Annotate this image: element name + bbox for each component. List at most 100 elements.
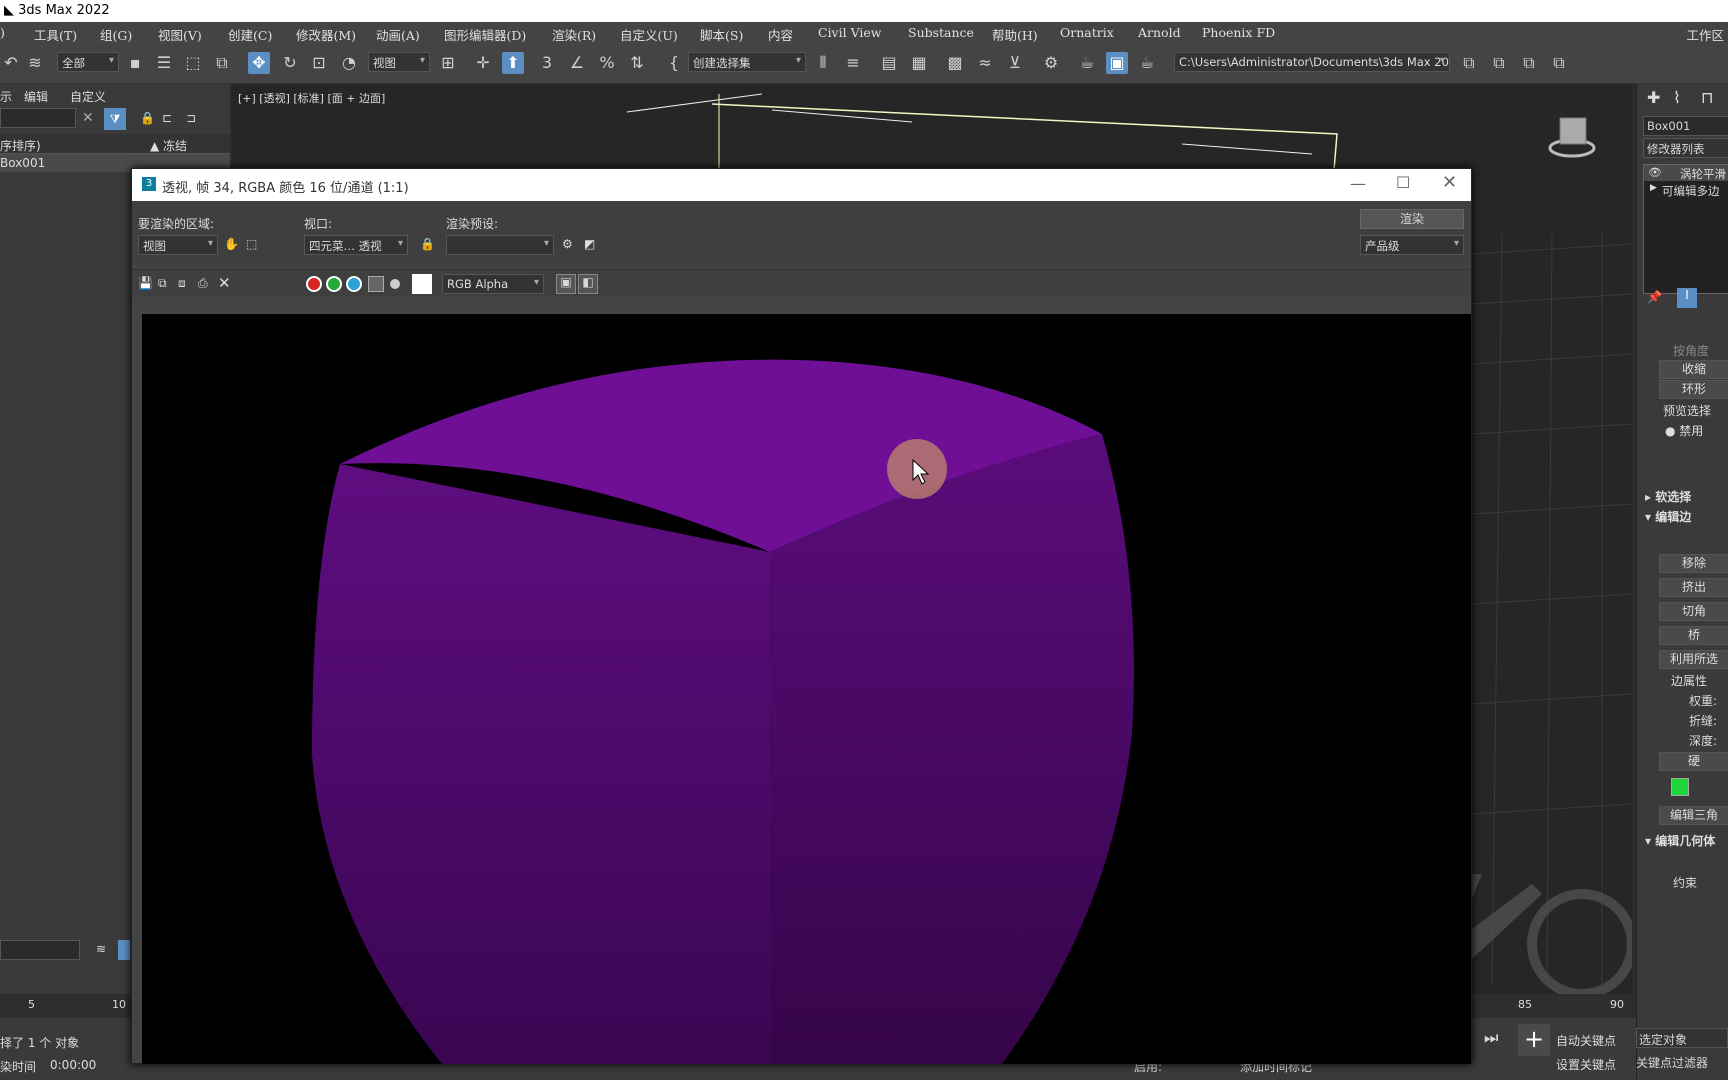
remove-edge-button[interactable]: 移除	[1659, 554, 1728, 573]
placement-icon[interactable]: ◔	[338, 52, 360, 74]
minimize-icon[interactable]: —	[1350, 174, 1366, 193]
spinner-snap-icon[interactable]: ⇅	[626, 52, 648, 74]
menu-item-6[interactable]: 图形编辑器(D)	[444, 25, 526, 44]
bind-icon[interactable]: ≋	[24, 52, 46, 74]
green-channel-icon[interactable]	[326, 276, 342, 292]
selection-filter-dropdown[interactable]: 全部	[57, 52, 119, 72]
edge-color-swatch[interactable]	[1671, 778, 1689, 796]
menu-item-5[interactable]: 动画(A)	[376, 25, 420, 44]
layer-manager-icon[interactable]: ≋	[96, 942, 106, 956]
menu-item-4[interactable]: 修改器(M)	[296, 25, 356, 44]
toolbar-extra-icon-2[interactable]: ⧉	[1488, 52, 1510, 74]
select-object-icon[interactable]: ▪	[124, 52, 146, 74]
material-editor-icon[interactable]: ⊻	[1004, 52, 1026, 74]
move-icon[interactable]: ✥	[248, 52, 270, 74]
window-crossing-icon[interactable]: ⧉	[211, 52, 233, 74]
toolbar-extra-icon-1[interactable]: ⧉	[1458, 52, 1480, 74]
goto-end-icon[interactable]: ⏭	[1484, 1028, 1498, 1048]
layer-dropdown[interactable]	[0, 940, 80, 960]
render-setup-icon-rw[interactable]: ⚙	[562, 237, 573, 251]
preset-dropdown[interactable]	[446, 235, 554, 255]
menu-item-15[interactable]: Arnold	[1138, 25, 1181, 40]
rotate-icon[interactable]: ↻	[279, 52, 301, 74]
chamfer-edge-button[interactable]: 切角	[1659, 602, 1728, 621]
modifier-list-dropdown[interactable]: 修改器列表	[1643, 138, 1728, 158]
menu-item-12[interactable]: Substance	[908, 25, 974, 40]
layer-explorer-icon[interactable]: ▤	[878, 52, 900, 74]
pivot-icon[interactable]: ⊞	[437, 52, 459, 74]
sort-column-header[interactable]: 序排序)	[0, 137, 41, 154]
hierarchy-tab-icon[interactable]: ⊓	[1701, 88, 1713, 107]
hierarchy-icon[interactable]: ⊏	[162, 111, 172, 125]
mirror-icon[interactable]: ⫴	[812, 52, 834, 74]
show-end-result-icon[interactable]: Ⅰ	[1677, 288, 1697, 308]
select-manipulate-icon[interactable]: ✛	[472, 52, 494, 74]
by-angle-checkbox[interactable]: 按角度	[1673, 342, 1709, 359]
angle-snap-icon[interactable]: ∠	[566, 52, 588, 74]
object-name-field[interactable]: Box001	[1643, 116, 1728, 136]
menu-item-16[interactable]: Phoenix FD	[1202, 25, 1275, 40]
display-toggle-icon[interactable]: ▣	[556, 274, 576, 294]
copy-image-icon[interactable]: ⧉	[158, 276, 167, 291]
clear-search-icon[interactable]: ✕	[82, 110, 94, 126]
maximize-icon[interactable]: ☐	[1396, 173, 1410, 192]
menu-item-7[interactable]: 渲染(R)	[552, 25, 596, 44]
create-tab-icon[interactable]: ✚	[1647, 88, 1660, 107]
background-swatch[interactable]	[412, 274, 432, 294]
toggle-ribbon-icon[interactable]: ▦	[908, 52, 930, 74]
env-effects-icon[interactable]: ◩	[584, 237, 595, 251]
menu-item-2[interactable]: 视图(V)	[158, 25, 202, 44]
render-frame-window-icon[interactable]: ▣	[1106, 52, 1128, 74]
stack-item-editable-poly[interactable]: ▶ 可编辑多边	[1644, 182, 1728, 198]
rect-select-icon[interactable]: ⬚	[182, 52, 204, 74]
eye-icon[interactable]: 👁	[1648, 166, 1662, 179]
ref-coord-dropdown[interactable]: 视图	[368, 52, 430, 72]
use-selected-button[interactable]: 利用所选	[1659, 650, 1728, 669]
extrude-edge-button[interactable]: 挤出	[1659, 578, 1728, 597]
menu-item-3[interactable]: 创建(C)	[228, 25, 272, 44]
render-frame-icon[interactable]: ☕	[1076, 52, 1098, 74]
stack-item-turbosmooth[interactable]: 👁 涡轮平滑	[1644, 165, 1728, 181]
align-icon[interactable]: ≡	[842, 52, 864, 74]
lock-icon[interactable]: 🔒	[140, 111, 155, 125]
soft-selection-rollout[interactable]: ▸ 软选择	[1645, 488, 1691, 505]
hard-button[interactable]: 硬	[1659, 752, 1728, 771]
red-channel-icon[interactable]	[306, 276, 322, 292]
project-path-dropdown[interactable]: C:\Users\Administrator\Documents\3ds Max…	[1174, 52, 1450, 72]
set-key-icon[interactable]: +	[1518, 1024, 1550, 1056]
lock-viewport-icon[interactable]: 🔒	[420, 237, 435, 251]
edit-edges-rollout[interactable]: ▾ 编辑边	[1645, 508, 1691, 525]
modify-tab-icon[interactable]: ⌇	[1673, 88, 1681, 107]
auto-key-button[interactable]: 自动关键点	[1556, 1032, 1616, 1049]
alpha-channel-icon[interactable]	[368, 276, 384, 292]
pin-stack-icon[interactable]: 📌	[1647, 290, 1662, 304]
render-frame-window[interactable]: 3 透视, 帧 34, RGBA 颜色 16 位/通道 (1:1) — ☐ ✕ …	[131, 168, 1472, 1064]
curve-editor-icon[interactable]: ▩	[944, 52, 966, 74]
menu-item-9[interactable]: 脚本(S)	[700, 25, 743, 44]
scene-tab-stub[interactable]: 示	[0, 88, 12, 105]
toolbar-extra-icon-3[interactable]: ⧉	[1518, 52, 1540, 74]
ring-button[interactable]: 环形	[1659, 380, 1728, 399]
viewcube-icon[interactable]	[1548, 110, 1596, 158]
render-setup-icon[interactable]: ⚙	[1040, 52, 1062, 74]
layers-icon[interactable]: ⊐	[186, 111, 196, 125]
edit-geometry-rollout[interactable]: ▾ 编辑几何体	[1645, 832, 1715, 849]
key-mode-dropdown[interactable]: 选定对象	[1636, 1028, 1728, 1048]
menu-item-1[interactable]: 组(G)	[100, 25, 132, 44]
frame-buffer-icon[interactable]: ◧	[578, 274, 598, 294]
filter-icon[interactable]: ⧩	[104, 108, 126, 130]
mono-icon[interactable]	[390, 279, 400, 289]
menu-item-14[interactable]: Ornatrix	[1060, 25, 1114, 40]
blue-channel-icon[interactable]	[346, 276, 362, 292]
render-production-icon[interactable]: ☕	[1136, 52, 1158, 74]
scale-icon[interactable]: ⊡	[308, 52, 330, 74]
print-icon[interactable]: ⎙	[198, 276, 208, 291]
render-window-title-bar[interactable]: 3 透视, 帧 34, RGBA 颜色 16 位/通道 (1:1) — ☐ ✕	[132, 169, 1471, 201]
keyboard-shortcut-icon[interactable]: ⬆	[502, 52, 524, 74]
menu-item-0[interactable]: 工具(T)	[34, 25, 77, 44]
menu-item-stub[interactable]: )	[0, 25, 5, 40]
expand-icon[interactable]: ▶	[1650, 183, 1657, 193]
area-dropdown[interactable]: 视图	[138, 235, 218, 255]
close-icon[interactable]: ✕	[1442, 172, 1457, 193]
toolbar-extra-icon-4[interactable]: ⧉	[1548, 52, 1570, 74]
